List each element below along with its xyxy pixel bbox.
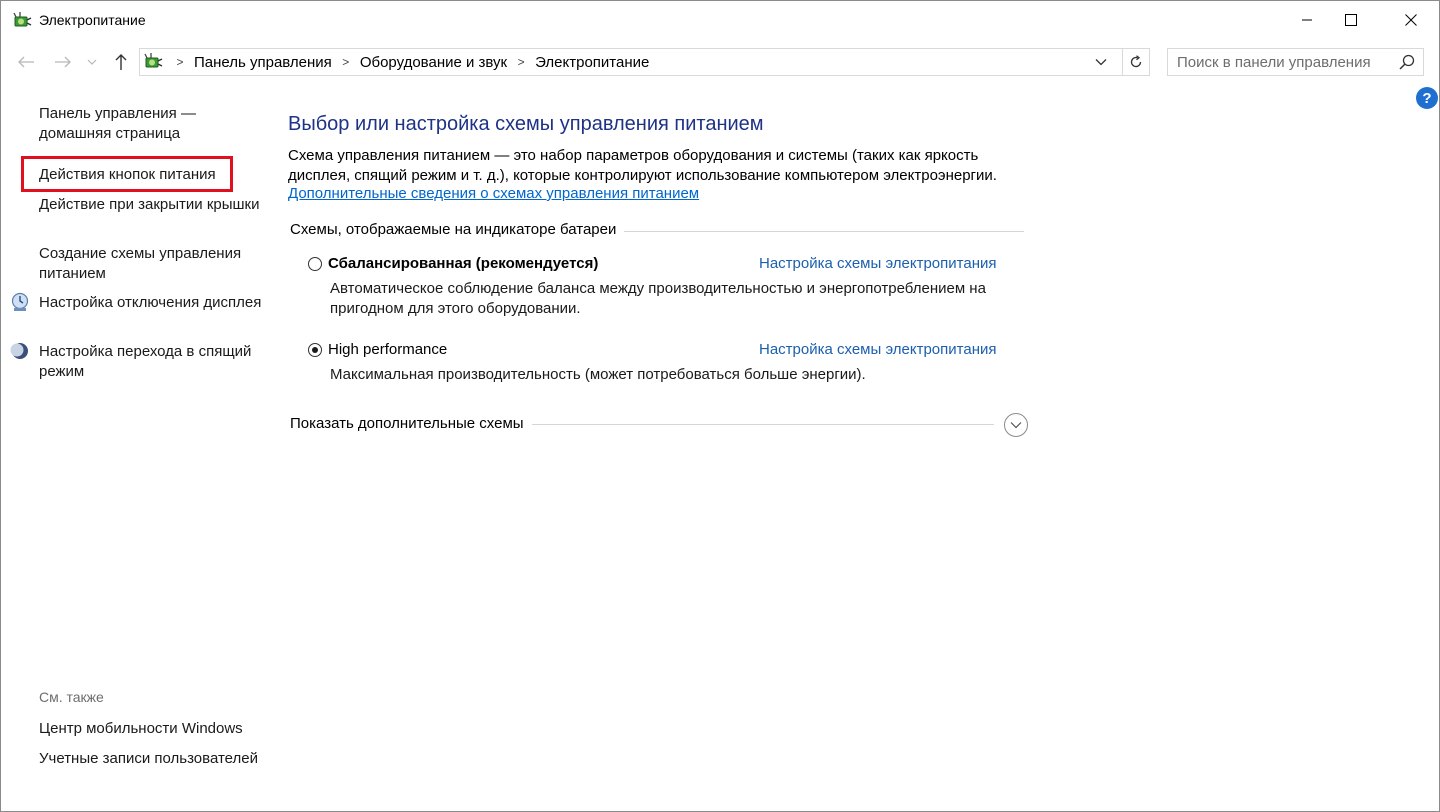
back-button[interactable] <box>15 51 37 73</box>
breadcrumb-item-hardware-sound[interactable]: Оборудование и звук <box>360 54 507 71</box>
display-timer-icon <box>10 292 30 312</box>
plan-radio-balanced[interactable] <box>308 257 322 271</box>
plans-group-header: Схемы, отображаемые на индикаторе батаре… <box>290 221 1024 241</box>
search-input[interactable] <box>1168 49 1397 75</box>
more-info-link[interactable]: Дополнительные сведения о схемах управле… <box>288 185 699 202</box>
help-button[interactable]: ? <box>1416 87 1438 109</box>
plan-name[interactable]: High performance <box>328 341 447 358</box>
arrow-right-icon <box>55 56 71 68</box>
sidebar-item-create-plan[interactable]: Создание схемы управления питанием <box>39 244 264 283</box>
see-also-heading: См. также <box>39 689 104 705</box>
sidebar-item-display-off[interactable]: Настройка отключения дисплея <box>39 293 264 313</box>
plan-description: Автоматическое соблюдение баланса между … <box>330 280 986 317</box>
maximize-button[interactable] <box>1328 1 1374 39</box>
sidebar-item-lid-close[interactable]: Действие при закрытии крышки <box>39 195 264 215</box>
power-options-icon <box>12 11 32 31</box>
page-title: Выбор или настройка схемы управления пит… <box>288 113 764 135</box>
plan-settings-link[interactable]: Настройка схемы электропитания <box>759 341 996 358</box>
chevron-down-icon <box>87 59 97 65</box>
left-pane: Панель управления — домашняя страница Де… <box>1 101 271 811</box>
chevron-down-icon <box>1095 59 1107 66</box>
arrow-up-icon <box>115 54 127 70</box>
expand-button[interactable] <box>1004 413 1028 437</box>
see-also-user-accounts[interactable]: Учетные записи пользователей <box>39 749 264 769</box>
chevron-down-icon <box>1010 422 1022 429</box>
page-description: Схема управления питанием — это набор па… <box>288 147 997 184</box>
title-bar[interactable]: Электропитание <box>1 1 1439 39</box>
maximize-icon <box>1345 14 1357 26</box>
navigation-bar: > Панель управления > Оборудование и зву… <box>1 45 1439 79</box>
close-button[interactable] <box>1388 1 1434 39</box>
breadcrumb-separator-icon: > <box>517 55 525 69</box>
power-options-window: Электропитание > Панель управления > Обо… <box>0 0 1440 812</box>
refresh-icon <box>1130 55 1142 68</box>
help-icon: ? <box>1422 89 1432 107</box>
sidebar-item-sleep[interactable]: Настройка перехода в спящий режим <box>39 342 264 381</box>
search-box[interactable] <box>1167 48 1424 76</box>
plan-name[interactable]: Сбалансированная (рекомендуется) <box>328 255 598 272</box>
see-also-mobility-center[interactable]: Центр мобильности Windows <box>39 719 264 739</box>
minimize-icon <box>1302 19 1312 21</box>
breadcrumb-item-power-options[interactable]: Электропитание <box>535 54 649 71</box>
sleep-moon-icon <box>10 341 30 361</box>
plan-radio-high-performance[interactable] <box>308 343 322 357</box>
plan-description: Максимальная производительность (может п… <box>330 366 866 383</box>
breadcrumb-item-control-panel[interactable]: Панель управления <box>194 54 332 71</box>
breadcrumb-separator-icon: > <box>342 55 350 69</box>
breadcrumb-separator-icon: > <box>176 55 184 69</box>
search-icon[interactable] <box>1399 54 1415 70</box>
forward-button[interactable] <box>52 51 74 73</box>
recent-locations-button[interactable] <box>85 51 99 73</box>
plans-group-title: Схемы, отображаемые на индикаторе батаре… <box>290 221 625 238</box>
breadcrumb: > Панель управления > Оборудование и зву… <box>140 49 649 75</box>
up-button[interactable] <box>110 51 132 73</box>
show-more-plans[interactable]: Показать дополнительные схемы <box>290 413 1030 439</box>
sidebar-item-power-buttons[interactable]: Действия кнопок питания <box>39 165 264 185</box>
arrow-left-icon <box>18 56 34 68</box>
plan-settings-link[interactable]: Настройка схемы электропитания <box>759 255 996 272</box>
show-more-label[interactable]: Показать дополнительные схемы <box>290 415 532 432</box>
address-bar[interactable]: > Панель управления > Оборудование и зву… <box>139 48 1150 76</box>
control-panel-icon <box>142 52 166 72</box>
minimize-button[interactable] <box>1284 1 1330 39</box>
address-history-button[interactable] <box>1089 49 1113 75</box>
window-title: Электропитание <box>39 12 146 28</box>
sidebar-item-control-panel-home[interactable]: Панель управления — домашняя страница <box>39 104 264 143</box>
close-icon <box>1405 14 1417 26</box>
refresh-button[interactable] <box>1122 49 1149 75</box>
